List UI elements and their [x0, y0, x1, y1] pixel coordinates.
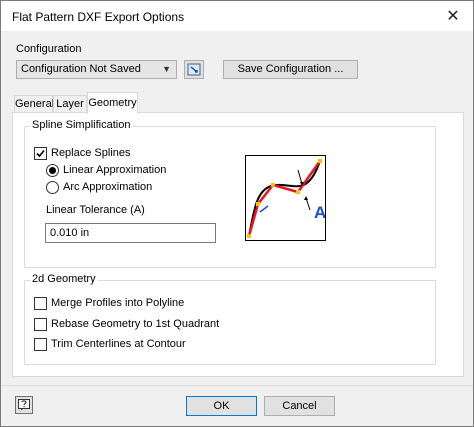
checkmark-icon [36, 149, 45, 158]
close-button[interactable]: ✕ [433, 1, 473, 31]
dxf-export-dialog: Flat Pattern DXF Export Options ✕ Config… [0, 0, 474, 427]
window-title: Flat Pattern DXF Export Options [12, 10, 185, 24]
2d-geometry-group: 2d Geometry Merge Profiles into Polyline… [24, 273, 436, 365]
linear-tolerance-input[interactable]: 0.010 in [45, 223, 216, 243]
tab-general[interactable]: General [14, 95, 54, 113]
help-button[interactable] [15, 396, 33, 414]
close-icon: ✕ [446, 8, 460, 25]
2d-geometry-title: 2d Geometry [30, 273, 98, 285]
trim-centerlines-label: Trim Centerlines at Contour [51, 338, 186, 350]
spline-simplification-group: Spline Simplification Replace Splines Li… [24, 119, 436, 268]
linear-approximation-radio[interactable] [46, 164, 59, 177]
save-configuration-button[interactable]: Save Configuration ... [223, 60, 358, 79]
title-bar: Flat Pattern DXF Export Options ✕ [1, 1, 473, 31]
rebase-geometry-label: Rebase Geometry to 1st Quadrant [51, 318, 220, 330]
cancel-button[interactable]: Cancel [264, 396, 335, 416]
radio-selected-dot [49, 167, 56, 174]
footer-divider [1, 385, 473, 386]
linear-approximation-label: Linear Approximation [63, 164, 167, 176]
arc-approximation-label: Arc Approximation [63, 181, 153, 193]
configuration-dropdown[interactable]: Configuration Not Saved ▼ [16, 60, 177, 79]
linear-tolerance-label: Linear Tolerance (A) [46, 204, 145, 216]
rebase-geometry-checkbox[interactable] [34, 318, 47, 331]
load-configuration-button[interactable] [184, 60, 204, 79]
replace-splines-label: Replace Splines [51, 147, 131, 159]
tab-geometry[interactable]: Geometry [87, 92, 138, 114]
configuration-label: Configuration [16, 43, 82, 55]
arc-approximation-radio[interactable] [46, 181, 59, 194]
load-configuration-icon [187, 63, 201, 76]
trim-centerlines-checkbox[interactable] [34, 338, 47, 351]
spline-simplification-title: Spline Simplification [30, 119, 133, 131]
ok-button[interactable]: OK [186, 396, 257, 416]
tab-layer[interactable]: Layer [53, 95, 87, 113]
geometry-tab-panel: Spline Simplification Replace Splines Li… [12, 112, 464, 377]
configuration-selected: Configuration Not Saved [21, 63, 141, 75]
spline-approximation-diagram: A [245, 155, 326, 241]
merge-profiles-checkbox[interactable] [34, 297, 47, 310]
chevron-down-icon: ▼ [162, 64, 171, 74]
help-icon [18, 399, 30, 411]
diagram-tolerance-label: A [314, 203, 325, 222]
replace-splines-checkbox[interactable] [34, 147, 47, 160]
merge-profiles-label: Merge Profiles into Polyline [51, 297, 185, 309]
spline-diagram-graphic: A [247, 159, 326, 238]
